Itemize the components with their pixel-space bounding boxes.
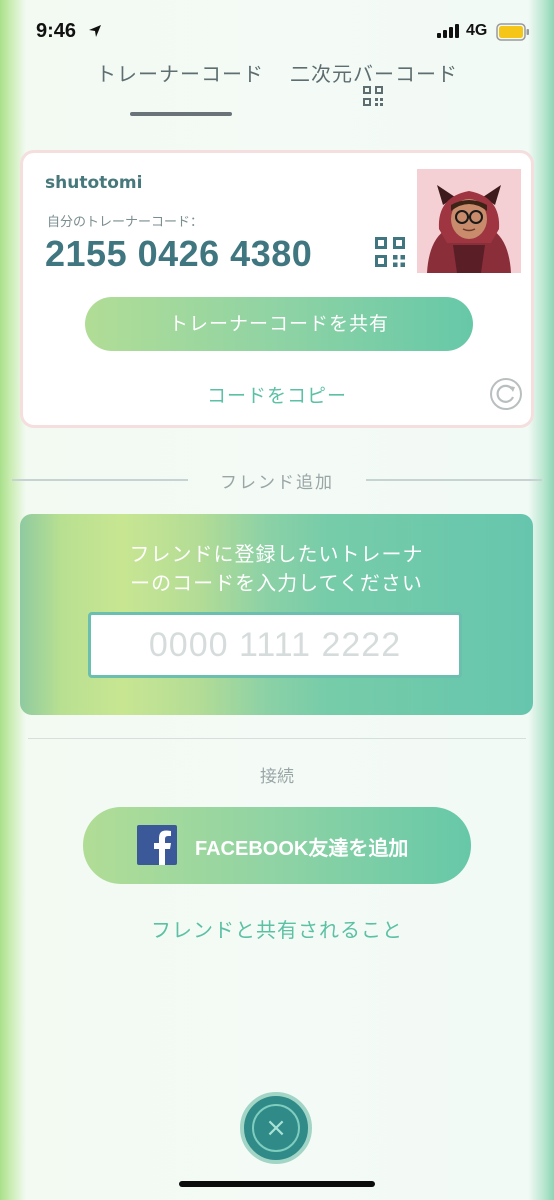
connect-heading: 接続 xyxy=(260,767,294,787)
battery-icon xyxy=(496,23,529,41)
avatar-image xyxy=(417,169,521,273)
facebook-icon xyxy=(137,825,177,865)
friend-code-prompt-line2: ーのコードを入力してください xyxy=(130,571,423,595)
refresh-icon[interactable] xyxy=(489,377,523,411)
divider-right xyxy=(366,479,542,481)
network-type: 4G xyxy=(466,22,488,39)
location-arrow-icon xyxy=(89,25,101,37)
trainer-username: shutotomi xyxy=(45,173,143,193)
qr-code-icon[interactable] xyxy=(375,237,405,267)
facebook-button-label: FACEBOOK友達を追加 xyxy=(195,838,409,860)
friend-code-prompt-line1: フレンドに登録したいトレーナ xyxy=(129,542,424,566)
trainer-avatar xyxy=(417,169,521,273)
trainer-code-value: 2155 0426 4380 xyxy=(45,233,313,274)
friend-code-input[interactable]: 0000 1111 2222 xyxy=(88,612,462,678)
tab-trainer-code[interactable]: トレーナーコード xyxy=(96,58,264,87)
friend-sharing-info-link[interactable]: フレンドと共有されること xyxy=(0,914,554,943)
active-tab-indicator xyxy=(130,112,232,116)
status-time: 9:46 xyxy=(36,20,77,42)
close-button[interactable]: × xyxy=(240,1092,312,1164)
connect-divider xyxy=(28,738,526,739)
qr-code-icon[interactable] xyxy=(363,86,383,106)
add-facebook-friends-button[interactable]: FACEBOOK友達を追加 xyxy=(83,807,471,884)
copy-code-link[interactable]: コードをコピー xyxy=(23,381,531,408)
status-bar: 9:46 4G xyxy=(0,0,554,60)
close-icon: × xyxy=(265,1113,287,1143)
tab-qr-code[interactable]: 二次元バーコード xyxy=(290,58,458,87)
home-indicator[interactable] xyxy=(179,1181,375,1187)
share-trainer-code-button[interactable]: トレーナーコードを共有 xyxy=(85,297,473,351)
friend-code-input-panel: フレンドに登録したいトレーナ ーのコードを入力してください 0000 1111 … xyxy=(20,514,533,715)
trainer-profile-card: shutotomi 自分のトレーナーコード： 2155 0426 4380 トレ… xyxy=(20,150,534,428)
cellular-signal-icon xyxy=(437,24,459,38)
friend-code-prompt: フレンドに登録したいトレーナ ーのコードを入力してください xyxy=(20,540,533,598)
trainer-code-label: 自分のトレーナーコード： xyxy=(47,215,204,230)
